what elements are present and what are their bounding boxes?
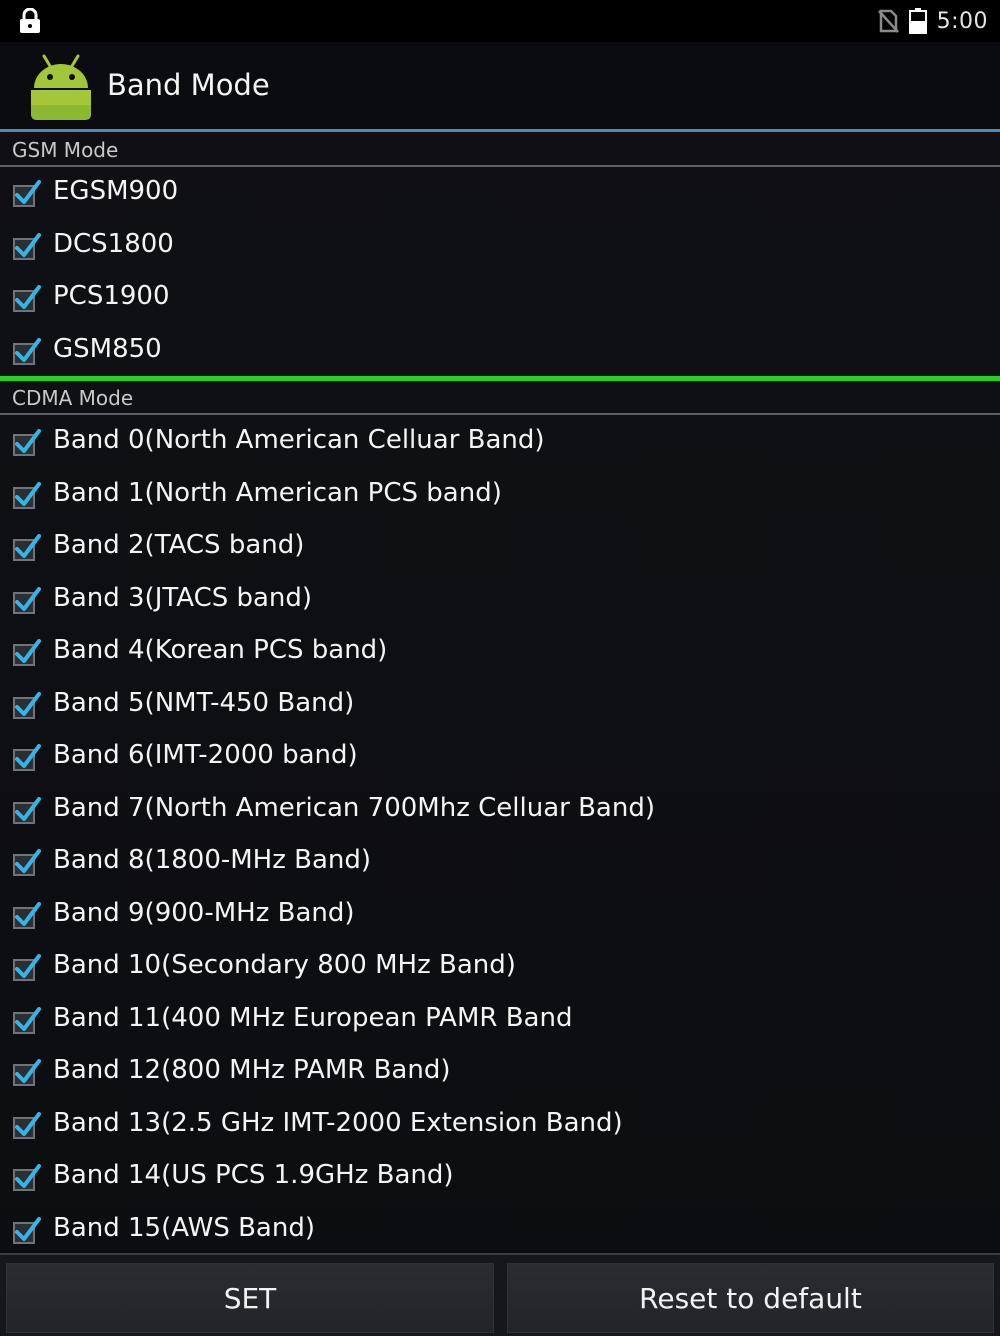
no-sim-icon (877, 9, 899, 33)
checkbox[interactable] (12, 231, 42, 261)
gsm-section-header: GSM Mode (0, 133, 1000, 167)
band-label: Band 10(Secondary 800 MHz Band) (53, 950, 516, 980)
checkbox[interactable] (12, 795, 42, 825)
band-checkbox-item[interactable]: Band 8(1800-MHz Band) (0, 835, 1000, 887)
band-label: Band 6(IMT-2000 band) (53, 740, 358, 770)
band-label: Band 14(US PCS 1.9GHz Band) (53, 1160, 454, 1190)
checkbox[interactable] (12, 585, 42, 615)
band-label: Band 9(900-MHz Band) (53, 897, 355, 928)
page-title: Band Mode (107, 68, 270, 102)
checkbox[interactable] (12, 1110, 42, 1140)
band-checkbox-item[interactable]: Band 1(North American PCS band) (0, 468, 1000, 520)
band-checkbox-item[interactable]: Band 2(TACS band) (0, 520, 1000, 572)
band-label: Band 2(TACS band) (53, 530, 305, 560)
band-label: Band 15(AWS Band) (53, 1212, 315, 1243)
band-checkbox-item[interactable]: Band 0(North American Celluar Band) (0, 415, 1000, 467)
band-label: Band 12(800 MHz PAMR Band) (53, 1055, 451, 1085)
band-label: Band 1(North American PCS band) (53, 477, 502, 508)
gsm-section-title: GSM Mode (12, 138, 119, 162)
checkbox[interactable] (12, 847, 42, 877)
band-label: Band 13(2.5 GHz IMT-2000 Extension Band) (53, 1107, 623, 1138)
checkbox[interactable] (12, 1162, 42, 1192)
band-label: Band 5(NMT-450 Band) (53, 687, 355, 718)
band-label: GSM850 (53, 333, 162, 364)
checkbox[interactable] (12, 178, 42, 208)
checkbox[interactable] (12, 532, 42, 562)
checkbox[interactable] (12, 690, 42, 720)
checkbox[interactable] (12, 900, 42, 930)
band-label: Band 3(JTACS band) (53, 582, 313, 613)
cdma-section-header: CDMA Mode (0, 381, 1000, 415)
band-label: EGSM900 (53, 176, 179, 206)
band-label: Band 11(400 MHz European PAMR Band (53, 1002, 573, 1033)
band-checkbox-item[interactable]: PCS1900 (0, 271, 1000, 323)
band-checkbox-item[interactable]: Band 12(800 MHz PAMR Band) (0, 1045, 1000, 1097)
band-label: PCS1900 (53, 281, 170, 311)
band-checkbox-item[interactable]: DCS1800 (0, 219, 1000, 271)
band-mode-screen: 5:00 Band Mode GSM Mode EGSM900 DCS1800 PC… (0, 0, 1000, 1336)
band-checkbox-item[interactable]: Band 6(IMT-2000 band) (0, 730, 1000, 782)
button-bar: SET Reset to default (0, 1253, 1000, 1336)
checkbox[interactable] (12, 742, 42, 772)
band-checkbox-item[interactable]: Band 10(Secondary 800 MHz Band) (0, 940, 1000, 992)
band-label: Band 4(Korean PCS band) (53, 635, 388, 665)
checkbox[interactable] (12, 1215, 42, 1245)
set-button[interactable]: SET (6, 1263, 494, 1333)
band-checkbox-item[interactable]: Band 11(400 MHz European PAMR Band (0, 993, 1000, 1045)
band-checkbox-item[interactable]: Band 5(NMT-450 Band) (0, 678, 1000, 730)
band-label: Band 8(1800-MHz Band) (53, 845, 372, 875)
checkbox[interactable] (12, 480, 42, 510)
band-checkbox-item[interactable]: Band 14(US PCS 1.9GHz Band) (0, 1150, 1000, 1202)
checkbox[interactable] (12, 1057, 42, 1087)
band-label: DCS1800 (53, 228, 174, 259)
reset-to-default-button[interactable]: Reset to default (507, 1263, 994, 1333)
checkbox[interactable] (12, 637, 42, 667)
checkbox[interactable] (12, 283, 42, 313)
checkbox[interactable] (12, 336, 42, 366)
android-robot-icon[interactable] (26, 52, 96, 122)
band-checkbox-item[interactable]: Band 4(Korean PCS band) (0, 625, 1000, 677)
clock: 5:00 (936, 8, 988, 34)
battery-icon (908, 8, 927, 34)
band-checkbox-item[interactable]: GSM850 (0, 324, 1000, 376)
action-bar-divider (0, 129, 1000, 132)
action-bar: Band Mode (0, 42, 1000, 130)
lock-icon (20, 8, 40, 33)
band-checkbox-item[interactable]: Band 15(AWS Band) (0, 1203, 1000, 1255)
cdma-section-title: CDMA Mode (12, 386, 134, 410)
status-bar: 5:00 (0, 0, 1000, 42)
band-checkbox-item[interactable]: EGSM900 (0, 166, 1000, 218)
checkbox[interactable] (12, 952, 42, 982)
band-checkbox-item[interactable]: Band 9(900-MHz Band) (0, 888, 1000, 940)
band-checkbox-item[interactable]: Band 13(2.5 GHz IMT-2000 Extension Band) (0, 1098, 1000, 1150)
checkbox[interactable] (12, 1005, 42, 1035)
checkbox[interactable] (12, 427, 42, 457)
band-label: Band 0(North American Celluar Band) (53, 425, 545, 455)
band-label: Band 7(North American 700Mhz Celluar Ban… (53, 792, 655, 823)
band-checkbox-item[interactable]: Band 7(North American 700Mhz Celluar Ban… (0, 783, 1000, 835)
band-checkbox-item[interactable]: Band 3(JTACS band) (0, 573, 1000, 625)
status-icons: 5:00 (877, 5, 988, 37)
